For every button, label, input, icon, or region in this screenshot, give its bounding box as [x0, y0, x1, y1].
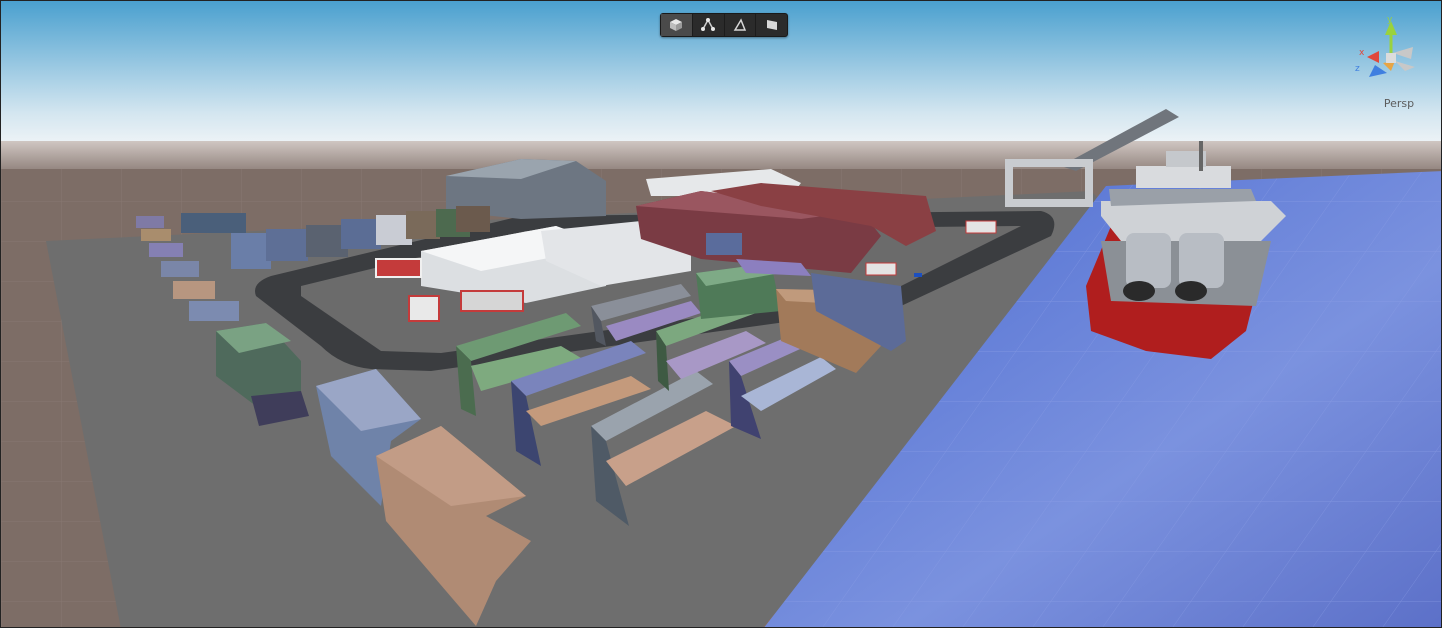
axis-y-label: y	[1387, 15, 1393, 25]
truck	[706, 233, 742, 255]
barrier	[408, 295, 440, 322]
face-icon	[766, 20, 777, 30]
scene-view[interactable]	[1, 1, 1442, 628]
orientation-gizmo[interactable]: y x z	[1353, 15, 1429, 95]
triangle-icon	[733, 18, 746, 31]
face-mode-button[interactable]	[756, 14, 787, 36]
cube-icon	[670, 19, 683, 31]
vertex-mode-button[interactable]	[693, 14, 725, 36]
draw-mode-toolbar	[660, 13, 788, 37]
shaded-mode-button[interactable]	[661, 14, 693, 36]
projection-label[interactable]: Persp	[1379, 97, 1419, 110]
barrier	[375, 258, 422, 278]
truck	[865, 262, 897, 276]
truck	[965, 220, 997, 234]
x-axis-cone	[1367, 51, 1379, 63]
z-axis-cone	[1369, 65, 1387, 77]
axis-z-label: z	[1355, 64, 1360, 74]
scene-viewport[interactable]: y x z Persp	[0, 0, 1442, 628]
edge-mode-button[interactable]	[725, 14, 757, 36]
barrier	[460, 290, 524, 312]
axis-x-label: x	[1359, 48, 1365, 58]
vertices-icon	[701, 18, 716, 31]
